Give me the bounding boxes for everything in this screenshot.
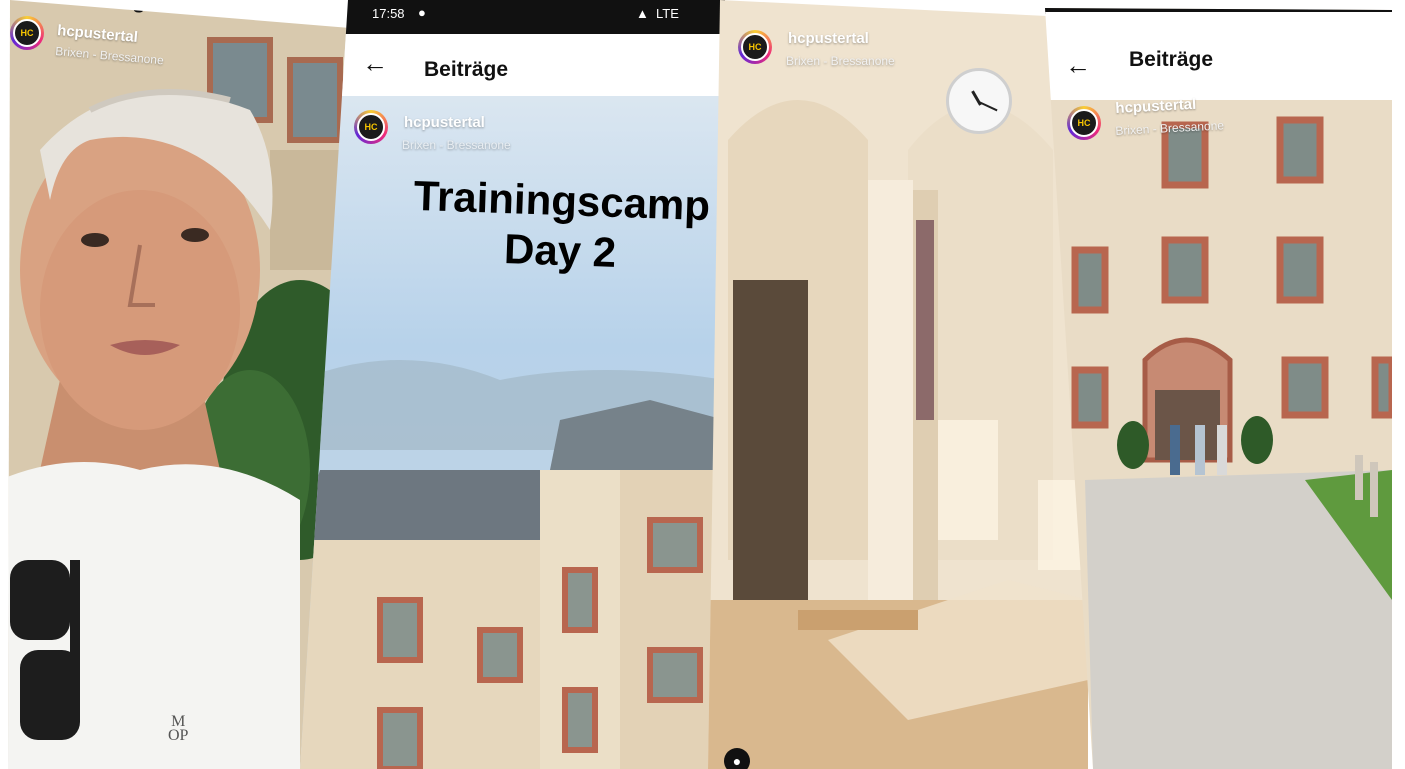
status-network: LTE [656,6,679,21]
hc-logo: HC [13,19,41,47]
profile-avatar-icon[interactable]: HC [1067,106,1101,140]
username[interactable]: hcpustertal [788,30,869,47]
username[interactable]: hcpustertal [404,114,485,131]
user-tag-icon[interactable]: ● [724,748,750,769]
story-text-overlay: Trainingscamp Day 2 [394,170,725,281]
profile-avatar-icon[interactable]: HC [738,30,772,64]
story-panel-selfie[interactable]: age HC hcpustertal Brixen - Bressanone M… [8,0,350,769]
signal-icon: ▲ [636,6,649,21]
profile-avatar-icon[interactable]: HC [354,110,388,144]
header-partial-text: age [120,0,158,13]
back-arrow-icon[interactable]: ← [1065,50,1091,81]
page-title: Beiträge [1129,48,1214,71]
profile-avatar-icon[interactable]: HC [10,16,44,50]
back-arrow-icon[interactable]: ← [362,48,388,79]
status-time: 17:58 [372,6,405,21]
shirt-logo-line2: OP [168,727,189,744]
shirt-logo: M OP [168,714,189,744]
app-bar: ← Beiträge [1045,12,1392,100]
app-bar: ← Beiträge [300,34,725,96]
hc-logo: HC [741,33,769,61]
story-panel-facade[interactable]: ← Beiträge HC hcpustertal Brixen - Bress… [1045,8,1392,769]
location-label[interactable]: Brixen - Bressanone [786,54,895,68]
location-pin-icon: ● [418,5,426,20]
selfie-photo [8,0,350,769]
wall-clock-icon [946,68,1012,134]
hc-logo: HC [1070,109,1098,137]
location-label[interactable]: Brixen - Bressanone [402,138,511,152]
corridor-photo [708,0,1088,769]
story-panel-trainingscamp[interactable]: 17:58 ● ▲ LTE ← Beiträge HC hcpustertal … [300,0,725,769]
story-panel-corridor[interactable]: HC hcpustertal Brixen - Bressanone ● [708,0,1088,769]
hc-logo: HC [357,113,385,141]
page-title: Beiträge [424,58,509,81]
clock-minute-hand [978,101,998,112]
status-bar: 17:58 ● ▲ LTE [300,0,725,34]
